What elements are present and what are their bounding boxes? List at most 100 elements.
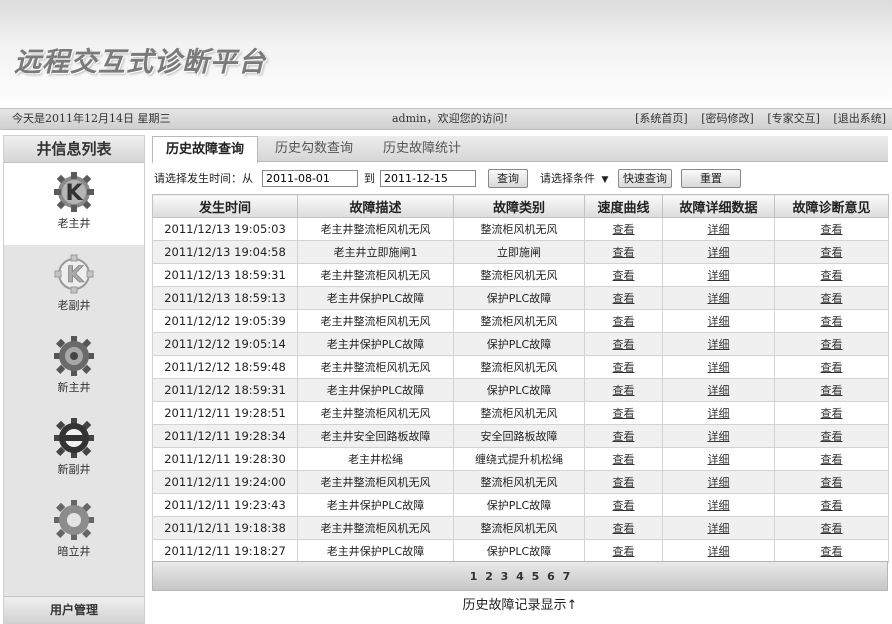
detail-link[interactable]: 详细 xyxy=(662,263,775,287)
date-to-input[interactable] xyxy=(380,170,476,187)
sidebar-item-label: 新主井 xyxy=(57,381,91,394)
time-cell: 2011/12/11 19:28:34 xyxy=(152,424,298,448)
detail-link[interactable]: 详细 xyxy=(662,286,775,310)
tab-hook-count-history[interactable]: 历史勾数查询 xyxy=(264,136,364,161)
speed-curve-link[interactable]: 查看 xyxy=(584,378,663,402)
pagination[interactable]: 1 2 3 4 5 6 7 xyxy=(152,561,888,591)
table-row[interactable]: 2011/12/12 19:05:14 老主井保护PLC故障 保护PLC故障 查看 详细… xyxy=(152,332,889,356)
speed-curve-link[interactable]: 查看 xyxy=(584,309,663,333)
speed-curve-link[interactable]: 查看 xyxy=(584,263,663,287)
detail-link[interactable]: 详细 xyxy=(662,240,775,264)
status-bar: 今天是2011年12月14日 星期三 admin，欢迎您的访问! [系统首页] … xyxy=(0,108,892,130)
speed-curve-link[interactable]: 查看 xyxy=(584,240,663,264)
tab-fault-statistics[interactable]: 历史故障统计 xyxy=(370,136,474,161)
diagnosis-link[interactable]: 查看 xyxy=(774,332,889,356)
speed-curve-link[interactable]: 查看 xyxy=(584,470,663,494)
table-row[interactable]: 2011/12/11 19:28:51 老主井整流柜风机无风 整流柜风机无风 查看 详细… xyxy=(152,401,889,425)
sidebar-item-old-auxiliary-shaft[interactable]: K 老副井 xyxy=(4,245,144,327)
table-row[interactable]: 2011/12/11 19:18:27 老主井保护PLC故障 保护PLC故障 查看 详细… xyxy=(152,539,889,563)
sidebar-item-new-auxiliary-shaft[interactable]: 新副井 xyxy=(4,409,144,491)
diagnosis-link[interactable]: 查看 xyxy=(774,401,889,425)
speed-curve-link[interactable]: 查看 xyxy=(584,539,663,563)
reset-button[interactable]: 重置 xyxy=(681,169,741,188)
quick-query-button[interactable]: 快速查询 xyxy=(618,169,672,188)
tab-fault-history[interactable]: 历史故障查询 xyxy=(152,136,258,163)
category-cell: 整流柜风机无风 xyxy=(453,516,585,540)
time-cell: 2011/12/11 19:28:51 xyxy=(152,401,298,425)
detail-link[interactable]: 详细 xyxy=(662,332,775,356)
home-link[interactable]: [系统首页] xyxy=(635,112,688,125)
logout-link[interactable]: [退出系统] xyxy=(833,112,886,125)
diagnosis-link[interactable]: 查看 xyxy=(774,447,889,471)
diagnosis-link[interactable]: 查看 xyxy=(774,240,889,264)
speed-curve-link[interactable]: 查看 xyxy=(584,217,663,241)
diagnosis-link[interactable]: 查看 xyxy=(774,286,889,310)
diagnosis-link[interactable]: 查看 xyxy=(774,493,889,517)
table-row[interactable]: 2011/12/11 19:18:38 老主井整流柜风机无风 整流柜风机无风 查看 详细… xyxy=(152,516,889,540)
detail-link[interactable]: 详细 xyxy=(662,539,775,563)
welcome-message: admin，欢迎您的访问! xyxy=(392,112,509,125)
table-row[interactable]: 2011/12/12 19:05:39 老主井整流柜风机无风 整流柜风机无风 查看 详细… xyxy=(152,309,889,333)
column-header-time[interactable]: 发生时间 xyxy=(152,194,298,218)
table-row[interactable]: 2011/12/11 19:24:00 老主井整流柜风机无风 整流柜风机无风 查看 详细… xyxy=(152,470,889,494)
category-cell: 整流柜风机无风 xyxy=(453,401,585,425)
detail-link[interactable]: 详细 xyxy=(662,355,775,379)
diagnosis-link[interactable]: 查看 xyxy=(774,355,889,379)
column-header-diagnosis[interactable]: 故障诊断意见 xyxy=(774,194,889,218)
speed-curve-link[interactable]: 查看 xyxy=(584,401,663,425)
table-row[interactable]: 2011/12/11 19:28:34 老主井安全回路板故障 安全回路板故障 查看 详细… xyxy=(152,424,889,448)
detail-link[interactable]: 详细 xyxy=(662,424,775,448)
gear-icon xyxy=(54,336,94,376)
speed-curve-link[interactable]: 查看 xyxy=(584,493,663,517)
speed-curve-link[interactable]: 查看 xyxy=(584,424,663,448)
sidebar-item-blind-shaft[interactable]: 暗立井 xyxy=(4,491,144,573)
diagnosis-link[interactable]: 查看 xyxy=(774,516,889,540)
detail-link[interactable]: 详细 xyxy=(662,217,775,241)
sidebar-item-old-main-shaft[interactable]: K 老主井 xyxy=(4,163,144,245)
table-row[interactable]: 2011/12/13 19:05:03 老主井整流柜风机无风 整流柜风机无风 查看 详细… xyxy=(152,217,889,241)
description-cell: 老主井整流柜风机无风 xyxy=(297,516,454,540)
gear-icon xyxy=(54,500,94,540)
diagnosis-link[interactable]: 查看 xyxy=(774,378,889,402)
diagnosis-link[interactable]: 查看 xyxy=(774,539,889,563)
condition-select[interactable]: 请选择条件 ▼ xyxy=(540,170,608,187)
column-header-description[interactable]: 故障描述 xyxy=(297,194,454,218)
time-cell: 2011/12/11 19:18:38 xyxy=(152,516,298,540)
table-row[interactable]: 2011/12/13 18:59:13 老主井保护PLC故障 保护PLC故障 查看 详细… xyxy=(152,286,889,310)
diagnosis-link[interactable]: 查看 xyxy=(774,470,889,494)
diagnosis-link[interactable]: 查看 xyxy=(774,309,889,333)
diagnosis-link[interactable]: 查看 xyxy=(774,217,889,241)
speed-curve-link[interactable]: 查看 xyxy=(584,447,663,471)
detail-link[interactable]: 详细 xyxy=(662,378,775,402)
detail-link[interactable]: 详细 xyxy=(662,401,775,425)
description-cell: 老主井立即施闸1 xyxy=(297,240,454,264)
table-row[interactable]: 2011/12/12 18:59:48 老主井整流柜风机无风 整流柜风机无风 查看 详细… xyxy=(152,355,889,379)
category-cell: 立即施闸 xyxy=(453,240,585,264)
detail-link[interactable]: 详细 xyxy=(662,470,775,494)
table-row[interactable]: 2011/12/11 19:28:30 老主井松绳 缠绕式提升机松绳 查看 详细 查看 xyxy=(152,447,889,471)
user-management-button[interactable]: 用户管理 xyxy=(4,596,144,623)
table-row[interactable]: 2011/12/13 19:04:58 老主井立即施闸1 立即施闸 查看 详细 查看 xyxy=(152,240,889,264)
expert-interaction-link[interactable]: [专家交互] xyxy=(767,112,820,125)
table-row[interactable]: 2011/12/11 19:23:43 老主井保护PLC故障 保护PLC故障 查看 详细… xyxy=(152,493,889,517)
speed-curve-link[interactable]: 查看 xyxy=(584,516,663,540)
sidebar-item-new-main-shaft[interactable]: 新主井 xyxy=(4,327,144,409)
detail-link[interactable]: 详细 xyxy=(662,309,775,333)
table-row[interactable]: 2011/12/13 18:59:31 老主井整流柜风机无风 整流柜风机无风 查看 详细… xyxy=(152,263,889,287)
speed-curve-link[interactable]: 查看 xyxy=(584,355,663,379)
time-cell: 2011/12/13 18:59:13 xyxy=(152,286,298,310)
detail-link[interactable]: 详细 xyxy=(662,447,775,471)
query-button[interactable]: 查询 xyxy=(488,169,528,188)
change-password-link[interactable]: [密码修改] xyxy=(701,112,754,125)
diagnosis-link[interactable]: 查看 xyxy=(774,424,889,448)
speed-curve-link[interactable]: 查看 xyxy=(584,332,663,356)
column-header-detail-data[interactable]: 故障详细数据 xyxy=(662,194,775,218)
detail-link[interactable]: 详细 xyxy=(662,493,775,517)
speed-curve-link[interactable]: 查看 xyxy=(584,286,663,310)
date-from-input[interactable] xyxy=(262,170,358,187)
diagnosis-link[interactable]: 查看 xyxy=(774,263,889,287)
column-header-speed-curve[interactable]: 速度曲线 xyxy=(584,194,663,218)
column-header-category[interactable]: 故障类别 xyxy=(453,194,585,218)
detail-link[interactable]: 详细 xyxy=(662,516,775,540)
table-row[interactable]: 2011/12/12 18:59:31 老主井保护PLC故障 保护PLC故障 查看 详细… xyxy=(152,378,889,402)
